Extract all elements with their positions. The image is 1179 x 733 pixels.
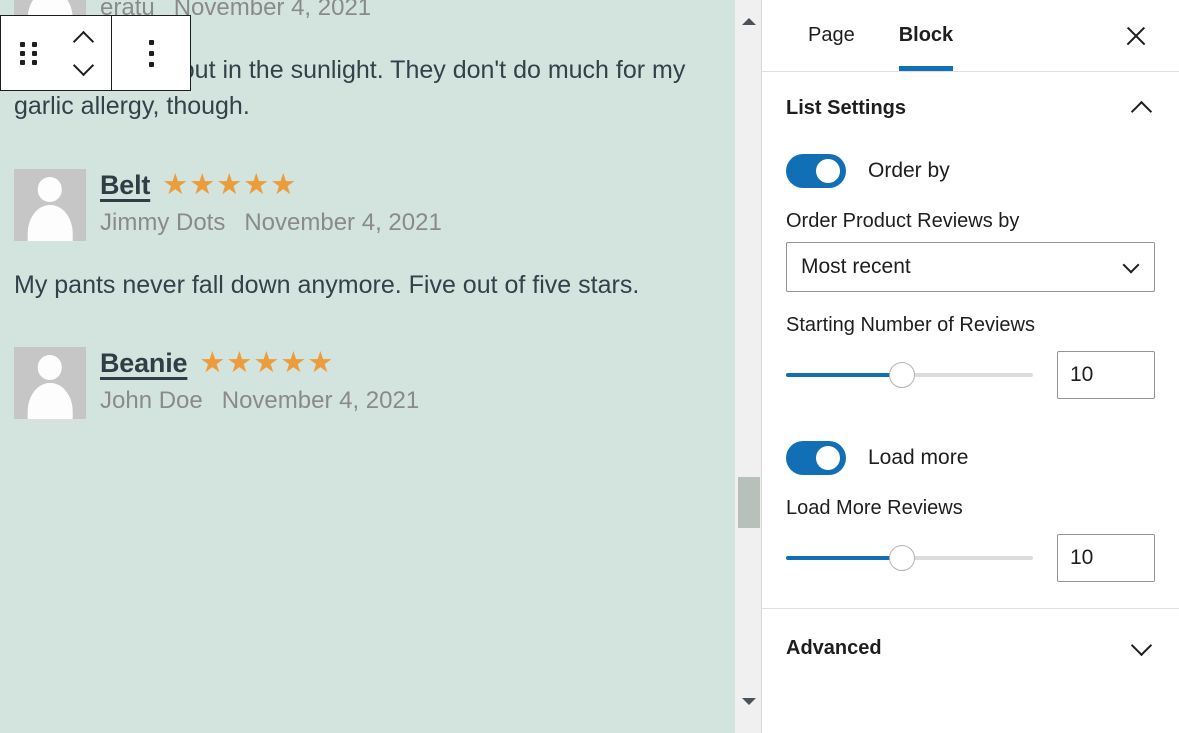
- editor-canvas: Sunglasses ★ ★ ★ ★ ★ eratu November: [0, 0, 735, 733]
- load-more-reviews-field: Load More Reviews: [786, 497, 1155, 582]
- panel-list-settings: List Settings Order by Order Product Rev…: [762, 72, 1179, 609]
- block-mover-group: [1, 16, 111, 90]
- star-icon: ★: [189, 168, 216, 201]
- close-icon: [1124, 24, 1148, 48]
- review-header: Belt ★ ★ ★ ★ ★ Jimmy Dots November 4, 20…: [14, 168, 721, 241]
- load-more-reviews-label: Load More Reviews: [786, 497, 963, 519]
- move-chevrons: [72, 30, 95, 76]
- star-icon: ★: [307, 346, 334, 379]
- star-icon: ★: [226, 346, 253, 379]
- block-options-group: [111, 16, 190, 90]
- rating-stars: ★ ★ ★ ★ ★: [199, 346, 334, 379]
- block-editor-window: Sunglasses ★ ★ ★ ★ ★ eratu November: [0, 0, 1179, 733]
- star-icon: ★: [270, 168, 297, 201]
- chevron-down-icon[interactable]: [1130, 634, 1153, 657]
- order-by-label: Order by: [868, 159, 950, 182]
- star-icon: ★: [253, 346, 280, 379]
- rating-stars: ★ ★ ★ ★ ★: [162, 168, 297, 201]
- sidebar-tabs: Page Block: [786, 0, 975, 71]
- chevron-down-icon[interactable]: [72, 54, 95, 76]
- settings-sidebar: Page Block List Settings Order by Order …: [762, 0, 1179, 733]
- avatar: [14, 346, 86, 419]
- review-title-row: Beanie ★ ★ ★ ★ ★: [100, 346, 419, 379]
- order-product-reviews-by-select-wrap: Most recent: [786, 242, 1155, 292]
- load-more-reviews-input[interactable]: [1057, 534, 1155, 582]
- review-product-title[interactable]: Belt: [100, 171, 150, 199]
- star-icon: ★: [199, 346, 226, 379]
- chevron-up-icon[interactable]: [72, 30, 95, 52]
- drag-handle-icon: [20, 41, 37, 65]
- panel-title: Advanced: [786, 637, 882, 659]
- review-author: Jimmy Dots: [100, 208, 226, 236]
- drag-handle-button[interactable]: [1, 16, 56, 90]
- review-item[interactable]: Beanie ★ ★ ★ ★ ★ John Doe November 4, 20…: [14, 346, 721, 419]
- review-meta: Belt ★ ★ ★ ★ ★ Jimmy Dots November 4, 20…: [100, 169, 442, 237]
- order-product-reviews-by-select[interactable]: Most recent: [786, 242, 1155, 292]
- slider-thumb[interactable]: [889, 362, 916, 388]
- chevron-up-icon[interactable]: [1130, 100, 1153, 123]
- review-product-title[interactable]: Beanie: [100, 349, 188, 377]
- review-date: November 4, 2021: [173, 0, 372, 21]
- block-toolbar[interactable]: [0, 15, 191, 91]
- review-meta: Beanie ★ ★ ★ ★ ★ John Doe November 4, 20…: [100, 347, 419, 415]
- review-item[interactable]: Belt ★ ★ ★ ★ ★ Jimmy Dots November 4, 20…: [14, 168, 721, 303]
- block-move-buttons[interactable]: [56, 16, 111, 90]
- load-more-reviews-row: [786, 534, 1155, 582]
- sidebar-body: List Settings Order by Order Product Rev…: [762, 72, 1179, 733]
- star-icon: ★: [280, 346, 307, 379]
- star-icon: ★: [243, 168, 270, 201]
- star-icon: ★: [162, 168, 189, 201]
- panel-advanced: Advanced: [762, 609, 1179, 688]
- starting-number-of-reviews-label: Starting Number of Reviews: [786, 314, 1035, 336]
- panel-title: List Settings: [786, 97, 907, 119]
- order-product-reviews-by-field: Order Product Reviews by Most recent: [786, 210, 1155, 292]
- more-options-button[interactable]: [112, 16, 190, 90]
- toggle-knob: [816, 446, 840, 470]
- review-author: John Doe: [100, 386, 203, 414]
- starting-number-of-reviews-field: Starting Number of Reviews: [786, 314, 1155, 399]
- review-byline: John Doe November 4, 2021: [100, 387, 419, 415]
- review-header: Beanie ★ ★ ★ ★ ★ John Doe November 4, 20…: [14, 346, 721, 419]
- review-body: My pants never fall down anymore. Five o…: [14, 270, 640, 299]
- slider-fill: [786, 373, 903, 377]
- review-title-row: Belt ★ ★ ★ ★ ★: [100, 168, 442, 201]
- avatar: [14, 168, 86, 241]
- starting-number-of-reviews-row: [786, 351, 1155, 399]
- order-by-toggle[interactable]: [786, 154, 846, 188]
- panel-advanced-header[interactable]: Advanced: [762, 609, 1179, 688]
- load-more-toggle-row: Load more: [786, 441, 1155, 475]
- review-date: November 4, 2021: [221, 386, 420, 414]
- tab-page[interactable]: Page: [786, 0, 877, 71]
- review-date: November 4, 2021: [244, 208, 442, 236]
- order-product-reviews-by-label: Order Product Reviews by: [786, 210, 1020, 232]
- load-more-toggle[interactable]: [786, 441, 846, 475]
- toggle-knob: [816, 159, 840, 183]
- sidebar-header: Page Block: [762, 0, 1179, 72]
- star-icon: ★: [216, 168, 243, 201]
- panel-list-settings-content: Order by Order Product Reviews by Most r…: [762, 154, 1179, 608]
- tab-block[interactable]: Block: [877, 0, 975, 71]
- starting-number-of-reviews-slider[interactable]: [786, 359, 1033, 391]
- slider-fill: [786, 556, 903, 560]
- starting-number-of-reviews-input[interactable]: [1057, 351, 1155, 399]
- load-more-reviews-slider[interactable]: [786, 542, 1033, 574]
- more-options-vertical-icon: [148, 39, 154, 67]
- scroll-up-arrow-icon[interactable]: [735, 8, 762, 35]
- scrollbar-thumb[interactable]: [738, 477, 760, 528]
- editor-scrollbar[interactable]: [735, 0, 762, 733]
- panel-list-settings-header[interactable]: List Settings: [762, 72, 1179, 136]
- review-byline: Jimmy Dots November 4, 2021: [100, 209, 442, 237]
- load-more-label: Load more: [868, 446, 969, 469]
- scroll-down-arrow-icon[interactable]: [735, 688, 762, 715]
- slider-thumb[interactable]: [889, 545, 916, 571]
- close-sidebar-button[interactable]: [1115, 15, 1157, 57]
- order-by-toggle-row: Order by: [786, 154, 1155, 188]
